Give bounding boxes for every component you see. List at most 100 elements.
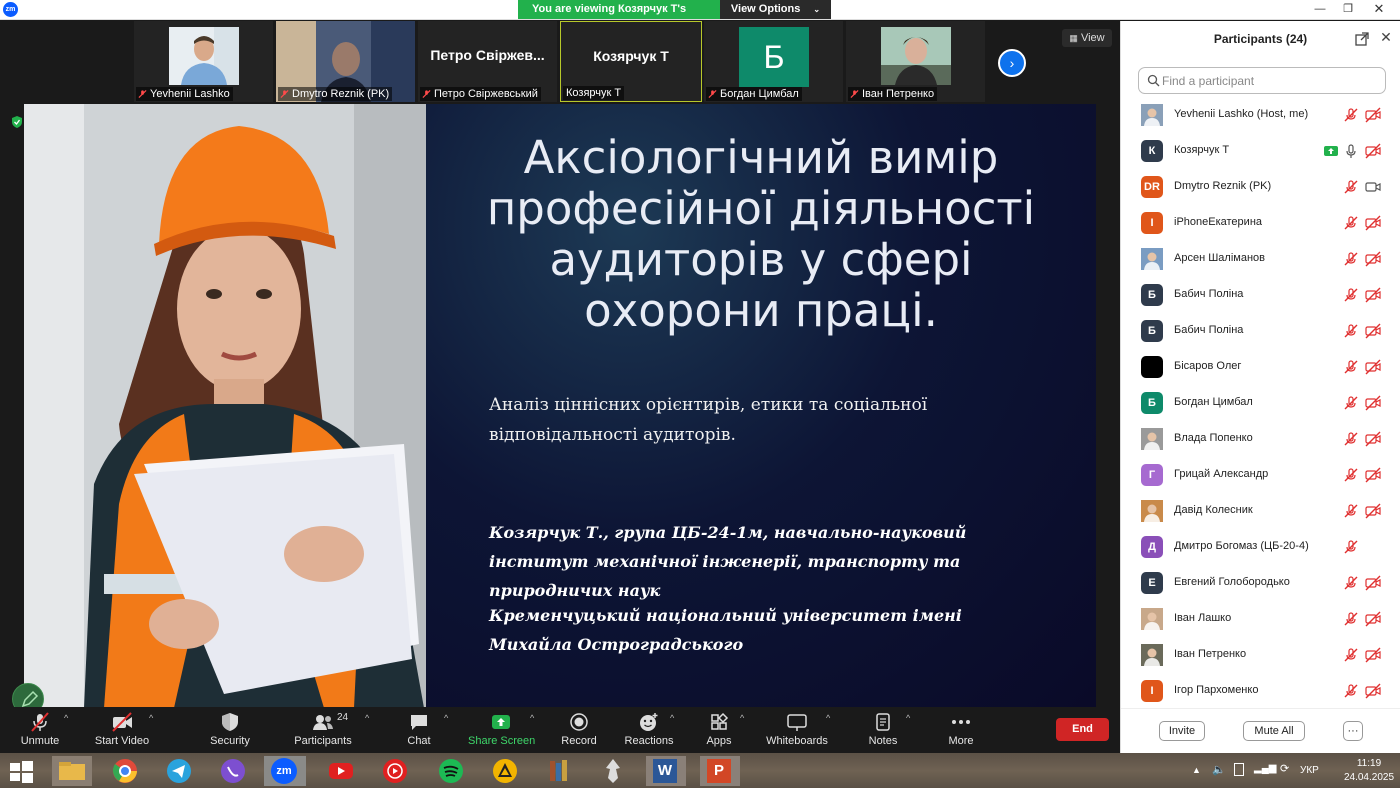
spotify-icon[interactable] xyxy=(436,756,466,786)
muted-mic-icon[interactable] xyxy=(1343,395,1359,411)
video-off-icon[interactable] xyxy=(1365,323,1381,339)
muted-mic-icon[interactable] xyxy=(1343,647,1359,663)
apps-button[interactable]: Apps ^ xyxy=(700,707,744,753)
participant-row[interactable]: І Ігор Пархоменко xyxy=(1121,673,1400,707)
muted-mic-icon[interactable] xyxy=(1343,215,1359,231)
muted-mic-icon[interactable] xyxy=(1343,503,1359,519)
muted-mic-icon[interactable] xyxy=(1343,539,1359,555)
youtube-icon[interactable] xyxy=(326,756,356,786)
chevron-up-icon[interactable]: ^ xyxy=(740,713,744,723)
minimize-icon[interactable]: — xyxy=(1312,2,1328,16)
chevron-up-icon[interactable]: ^ xyxy=(64,713,68,723)
close-icon[interactable]: ✕ xyxy=(1379,30,1393,44)
video-off-icon[interactable] xyxy=(1365,503,1381,519)
chevron-up-icon[interactable]: ^ xyxy=(365,713,369,723)
mute-all-button[interactable]: Mute All xyxy=(1243,721,1305,741)
chrome-icon[interactable] xyxy=(110,756,140,786)
view-button[interactable]: ▦ View xyxy=(1062,29,1112,47)
video-off-icon[interactable] xyxy=(1365,251,1381,267)
video-off-icon[interactable] xyxy=(1365,287,1381,303)
telegram-icon[interactable] xyxy=(164,756,194,786)
unmute-button[interactable]: Unmute ^ xyxy=(8,707,72,753)
muted-mic-icon[interactable] xyxy=(1343,251,1359,267)
more-button[interactable]: More xyxy=(940,707,982,753)
reactions-button[interactable]: Reactions ^ xyxy=(622,707,676,753)
chevron-up-icon[interactable]: ^ xyxy=(530,713,534,723)
windows-icon[interactable] xyxy=(6,756,36,786)
network-icon[interactable]: ▂▄▆ xyxy=(1254,763,1276,774)
tray-chevron-up-icon[interactable]: ▲ xyxy=(1192,765,1201,775)
muted-mic-icon[interactable] xyxy=(1343,107,1359,123)
battery-icon[interactable] xyxy=(1234,763,1244,776)
participant-row[interactable]: Іван Лашко xyxy=(1121,601,1400,637)
video-tile[interactable]: Іван Петренко xyxy=(846,21,985,102)
participant-row[interactable]: IiPhoneЕкатерина xyxy=(1121,205,1400,241)
security-button[interactable]: Security xyxy=(200,707,260,753)
whiteboards-button[interactable]: Whiteboards ^ xyxy=(764,707,830,753)
participant-row[interactable]: Е Евгений Голобородько xyxy=(1121,565,1400,601)
participant-row[interactable]: Б Бабич Поліна xyxy=(1121,277,1400,313)
video-off-icon[interactable] xyxy=(1365,215,1381,231)
muted-mic-icon[interactable] xyxy=(1343,179,1359,195)
participant-row[interactable]: Бісаров Олег xyxy=(1121,349,1400,385)
participant-row[interactable]: Г Грицай Александр xyxy=(1121,457,1400,493)
youtube-music-icon[interactable] xyxy=(380,756,410,786)
video-icon[interactable] xyxy=(1365,179,1381,195)
video-tile[interactable]: Dmytro Reznik (PK) xyxy=(276,21,415,102)
chevron-up-icon[interactable]: ^ xyxy=(826,713,830,723)
chevron-up-icon[interactable]: ^ xyxy=(149,713,153,723)
video-tile-active-speaker[interactable]: Козярчук Т Козярчук Т xyxy=(560,21,702,102)
chevron-up-icon[interactable]: ^ xyxy=(670,713,674,723)
chevron-up-icon[interactable]: ^ xyxy=(444,713,448,723)
clock[interactable]: 11:19 24.04.2025 xyxy=(1340,758,1398,784)
file-explorer-icon[interactable] xyxy=(52,756,92,786)
zoom-icon[interactable]: zm xyxy=(264,756,306,786)
share-screen-button[interactable]: Share Screen ^ xyxy=(468,707,535,753)
participant-row[interactable]: DR Dmytro Reznik (PK) xyxy=(1121,169,1400,205)
chat-button[interactable]: Chat ^ xyxy=(398,707,448,753)
video-off-icon[interactable] xyxy=(1365,575,1381,591)
muted-mic-icon[interactable] xyxy=(1343,575,1359,591)
participant-row[interactable]: Д Дмитро Богомаз (ЦБ-20-4) xyxy=(1121,529,1400,565)
participant-row[interactable]: Б Богдан Цимбал xyxy=(1121,385,1400,421)
restore-icon[interactable]: ❐ xyxy=(1340,2,1356,16)
participants-button[interactable]: 24 Participants ^ xyxy=(290,707,369,753)
video-off-icon[interactable] xyxy=(1365,611,1381,627)
close-icon[interactable]: ✕ xyxy=(1371,2,1387,16)
mic-icon[interactable] xyxy=(1343,143,1359,159)
participant-row[interactable]: Влада Попенко xyxy=(1121,421,1400,457)
volume-icon[interactable]: 🔈 xyxy=(1212,763,1226,776)
muted-mic-icon[interactable] xyxy=(1343,431,1359,447)
more-options-button[interactable]: ··· xyxy=(1343,721,1363,741)
viber-icon[interactable] xyxy=(218,756,248,786)
keyboard-language[interactable]: УКР xyxy=(1300,765,1319,776)
video-off-icon[interactable] xyxy=(1365,359,1381,375)
participant-search-input[interactable] xyxy=(1162,72,1378,90)
word-icon[interactable]: W xyxy=(646,756,686,786)
skyrim-icon[interactable] xyxy=(598,756,628,786)
muted-mic-icon[interactable] xyxy=(1343,287,1359,303)
video-off-icon[interactable] xyxy=(1365,467,1381,483)
aimp-icon[interactable] xyxy=(490,756,520,786)
video-off-icon[interactable] xyxy=(1365,683,1381,699)
video-tile[interactable]: Петро Свіржев... Петро Свіржевський xyxy=(418,21,557,102)
muted-mic-icon[interactable] xyxy=(1343,611,1359,627)
video-off-icon[interactable] xyxy=(1365,431,1381,447)
muted-mic-icon[interactable] xyxy=(1343,467,1359,483)
video-off-icon[interactable] xyxy=(1365,395,1381,411)
books-icon[interactable] xyxy=(544,756,574,786)
video-off-icon[interactable] xyxy=(1365,647,1381,663)
next-page-arrow-icon[interactable]: › xyxy=(998,49,1026,77)
video-off-icon[interactable] xyxy=(1365,107,1381,123)
muted-mic-icon[interactable] xyxy=(1343,683,1359,699)
participant-row[interactable]: Yevhenii Lashko (Host, me) xyxy=(1121,97,1400,133)
start-video-button[interactable]: Start Video ^ xyxy=(92,707,153,753)
participant-row[interactable]: Іван Петренко xyxy=(1121,637,1400,673)
end-meeting-button[interactable]: End xyxy=(1056,718,1109,741)
popout-icon[interactable] xyxy=(1355,32,1369,46)
participant-row[interactable]: Арсен Шаліманов xyxy=(1121,241,1400,277)
invite-button[interactable]: Invite xyxy=(1159,721,1205,741)
participant-row[interactable]: Давід Колесник xyxy=(1121,493,1400,529)
record-button[interactable]: Record xyxy=(558,707,600,753)
view-options-button[interactable]: View Options ⌄ xyxy=(720,0,831,19)
